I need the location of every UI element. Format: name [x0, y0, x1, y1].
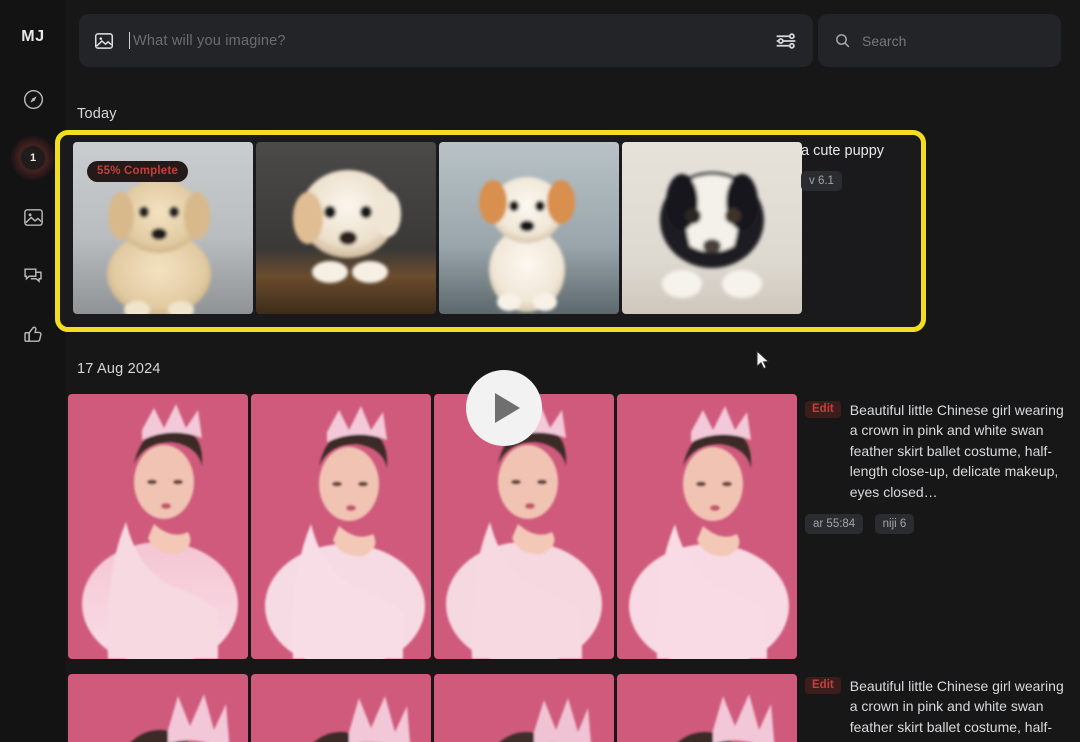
text-caret — [129, 32, 130, 49]
sidebar-item-explore[interactable] — [16, 82, 50, 116]
content-area: Today 55% Complete a cute puppy v 6.1 17… — [55, 82, 1080, 742]
result-image-4[interactable] — [617, 674, 797, 742]
result-image-2[interactable] — [256, 142, 436, 314]
top-bar: What will you imagine? Search — [66, 0, 1080, 82]
midjourney-app: MJ 1 What will you imagine? Search Today… — [0, 0, 1080, 742]
aspect-ratio-chip[interactable]: ar 55:84 — [805, 514, 864, 535]
result-image-1[interactable]: 55% Complete — [73, 142, 253, 314]
section-label-date: 17 Aug 2024 — [77, 361, 161, 377]
image-icon — [22, 206, 45, 229]
sidebar: MJ 1 — [0, 0, 66, 742]
result-image-1[interactable] — [68, 394, 248, 659]
progress-badge: 55% Complete — [87, 161, 189, 182]
result-image-3[interactable] — [439, 142, 619, 314]
parameter-chips: ar 55:84 niji 6 — [805, 514, 1073, 535]
chat-icon — [22, 264, 45, 287]
edit-badge[interactable]: Edit — [805, 401, 841, 418]
prompt-placeholder: What will you imagine? — [133, 32, 286, 49]
job-title: a cute puppy — [801, 143, 885, 159]
prompt-line: Edit Beautiful little Chinese girl weari… — [805, 400, 1073, 502]
sidebar-item-notifications[interactable]: 1 — [11, 136, 55, 180]
sidebar-item-likes[interactable] — [16, 316, 50, 350]
result-image-2[interactable] — [251, 394, 431, 659]
job-meta-puppy: a cute puppy v 6.1 — [801, 143, 921, 191]
sidebar-nav: 1 — [11, 82, 55, 350]
prompt-line: Edit Beautiful little Chinese girl weari… — [805, 676, 1073, 742]
prompt-text: Beautiful little Chinese girl wearing a … — [849, 402, 1064, 500]
compass-icon — [22, 88, 45, 111]
image-grid-ballet-2 — [68, 674, 797, 742]
search-bar[interactable]: Search — [818, 14, 1061, 67]
result-image-3[interactable] — [434, 674, 614, 742]
job-meta-ballet-2: Edit Beautiful little Chinese girl weari… — [805, 676, 1073, 742]
mouse-cursor — [756, 349, 772, 372]
section-label-today: Today — [77, 106, 117, 122]
search-icon — [834, 32, 851, 49]
edit-badge[interactable]: Edit — [805, 677, 841, 694]
notification-badge: 1 — [20, 145, 46, 171]
brand-logo[interactable]: MJ — [21, 28, 44, 46]
result-image-4[interactable] — [617, 394, 797, 659]
model-chip[interactable]: niji 6 — [874, 514, 915, 535]
sidebar-item-chat[interactable] — [16, 258, 50, 292]
image-icon[interactable] — [93, 30, 115, 52]
image-grid-puppy: 55% Complete — [73, 142, 802, 314]
job-card-highlighted[interactable]: 55% Complete a cute puppy v 6.1 — [55, 130, 926, 332]
thumbs-up-icon — [22, 322, 45, 345]
result-image-4[interactable] — [622, 142, 802, 314]
version-chip[interactable]: v 6.1 — [801, 171, 842, 191]
prompt-text: Beautiful little Chinese girl wearing a … — [849, 678, 1064, 742]
sidebar-item-gallery[interactable] — [16, 200, 50, 234]
search-input[interactable]: Search — [862, 33, 906, 49]
image-grid-ballet-1 — [68, 394, 797, 659]
play-button[interactable] — [466, 370, 542, 446]
job-meta-ballet-1: Edit Beautiful little Chinese girl weari… — [805, 400, 1073, 535]
result-image-2[interactable] — [251, 674, 431, 742]
sliders-icon[interactable] — [773, 28, 799, 54]
result-image-1[interactable] — [68, 674, 248, 742]
prompt-input-bar[interactable]: What will you imagine? — [79, 14, 813, 67]
play-icon — [494, 393, 520, 423]
